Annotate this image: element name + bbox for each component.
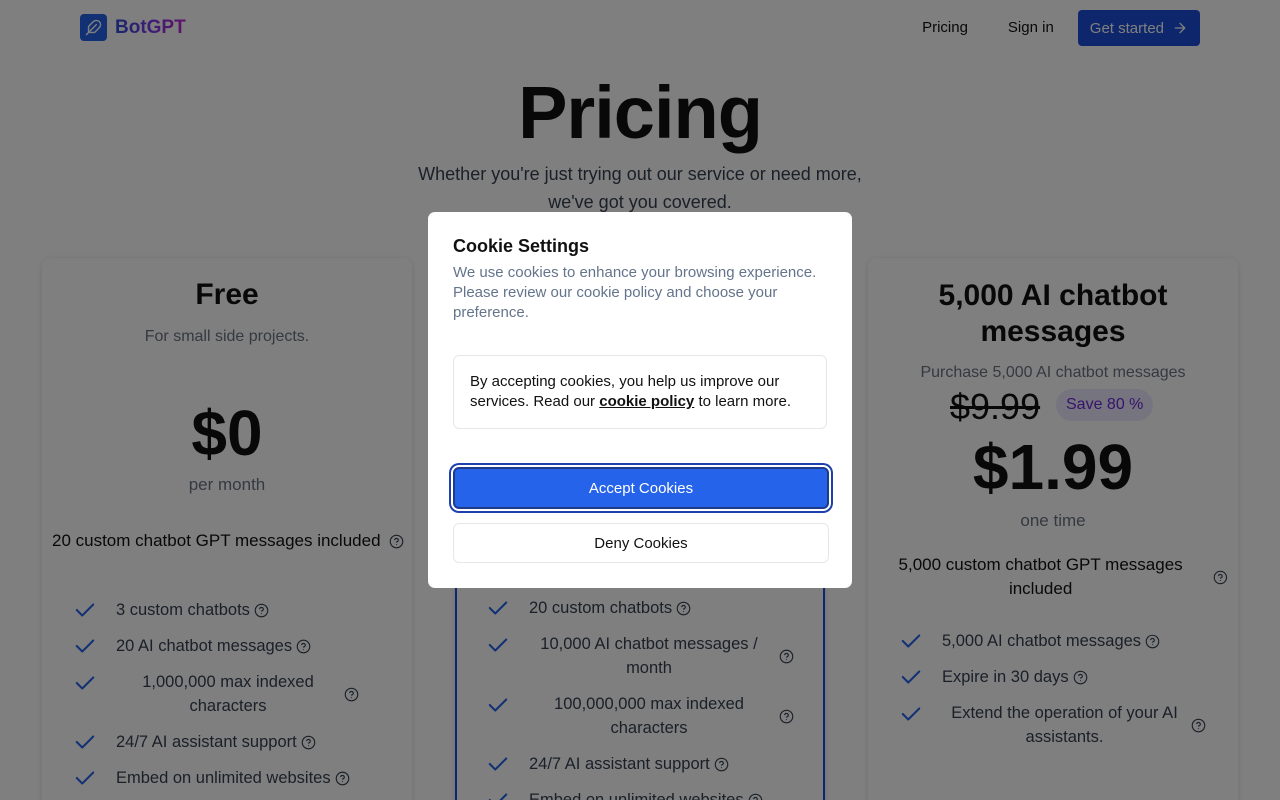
dialog-title: Cookie Settings — [453, 236, 590, 256]
accept-cookies-button[interactable]: Accept Cookies — [453, 467, 829, 509]
dialog-description: We use cookies to enhance your browsing … — [453, 264, 817, 321]
cookie-policy-notice: By accepting cookies, you help us improv… — [453, 355, 827, 429]
policy-text-after: to learn more. — [694, 393, 791, 410]
cookie-policy-link[interactable]: cookie policy — [599, 393, 694, 410]
deny-cookies-button[interactable]: Deny Cookies — [453, 523, 829, 563]
cookie-settings-dialog: Cookie Settings We use cookies to enhanc… — [428, 212, 852, 588]
